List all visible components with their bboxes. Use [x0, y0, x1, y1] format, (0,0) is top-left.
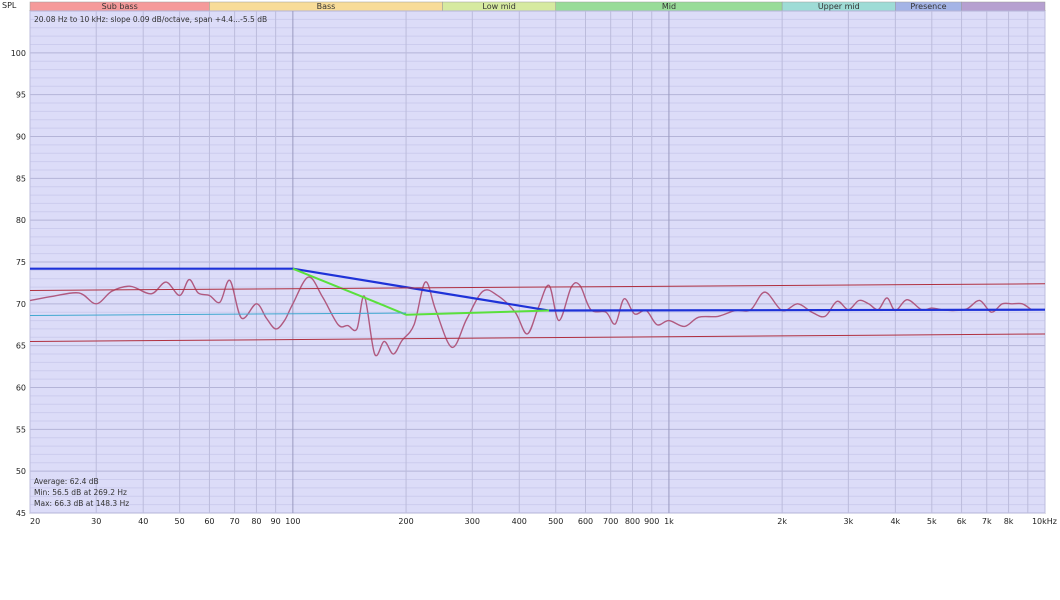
x-tick-label: 700: [603, 517, 618, 526]
y-tick-label: 75: [16, 258, 26, 267]
slope-annotation: 20.08 Hz to 10 kHz: slope 0.09 dB/octave…: [34, 15, 267, 24]
x-tick-label: 5k: [927, 517, 937, 526]
x-tick-label: 2k: [777, 517, 787, 526]
y-tick-label: 50: [16, 467, 26, 476]
x-tick-label: 70: [230, 517, 240, 526]
y-tick-label: 85: [16, 174, 26, 183]
x-tick-label: 20: [30, 517, 40, 526]
grid: [29, 10, 1046, 514]
band-label-1: Bass: [317, 2, 336, 11]
y-tick-label: 45: [16, 509, 26, 518]
x-tick-label: 60: [204, 517, 214, 526]
x-tick-label: 100: [285, 517, 300, 526]
x-tick-label: 40: [138, 517, 148, 526]
x-tick-label: 50: [175, 517, 185, 526]
y-tick-label: 60: [16, 384, 26, 393]
x-tick-label: 7k: [982, 517, 992, 526]
stat-min: Min: 56.5 dB at 269.2 Hz: [34, 488, 127, 497]
y-axis-label: SPL: [2, 1, 17, 10]
y-tick-label: 70: [16, 300, 26, 309]
x-tick-label: 10kHz: [1032, 517, 1057, 526]
x-tick-label: 400: [512, 517, 527, 526]
y-tick-label: 90: [16, 133, 26, 142]
x-tick-label: 500: [548, 517, 563, 526]
band-label-3: Mid: [662, 2, 676, 11]
spl-chart: Sub bass Bass Low mid Mid Upper mid Presence …: [2, 1, 1057, 526]
x-tick-label: 8k: [1004, 517, 1014, 526]
x-axis: 20 30 40 50 60 70 80 90 100 200 300 400 500 600 700 800…: [30, 517, 1057, 526]
x-tick-label: 90: [271, 517, 281, 526]
x-tick-label: 1k: [664, 517, 674, 526]
frequency-bands: Sub bass Bass Low mid Mid Upper mid Presence: [29, 1, 1046, 12]
band-label-5: Presence: [910, 2, 946, 11]
y-tick-label: 65: [16, 342, 26, 351]
x-tick-label: 30: [91, 517, 101, 526]
band-label-0: Sub bass: [102, 2, 138, 11]
x-tick-label: 80: [251, 517, 261, 526]
x-tick-label: 4k: [890, 517, 900, 526]
y-tick-label: 95: [16, 91, 26, 100]
x-tick-label: 300: [465, 517, 480, 526]
stat-average: Average: 62.4 dB: [34, 477, 99, 486]
y-axis: 45 50 55 60 65 70 75 80 85 90 95 100: [11, 49, 26, 518]
stat-max: Max: 66.3 dB at 148.3 Hz: [34, 499, 129, 508]
x-tick-label: 3k: [843, 517, 853, 526]
x-tick-label: 600: [578, 517, 593, 526]
y-tick-label: 55: [16, 425, 26, 434]
band-6: [961, 1, 1046, 12]
band-label-4: Upper mid: [818, 2, 860, 11]
y-tick-label: 80: [16, 216, 26, 225]
x-tick-label: 900: [644, 517, 659, 526]
x-tick-label: 6k: [957, 517, 967, 526]
x-tick-label: 800: [625, 517, 640, 526]
y-tick-label: 100: [11, 49, 26, 58]
band-label-2: Low mid: [482, 2, 515, 11]
x-tick-label: 200: [398, 517, 413, 526]
